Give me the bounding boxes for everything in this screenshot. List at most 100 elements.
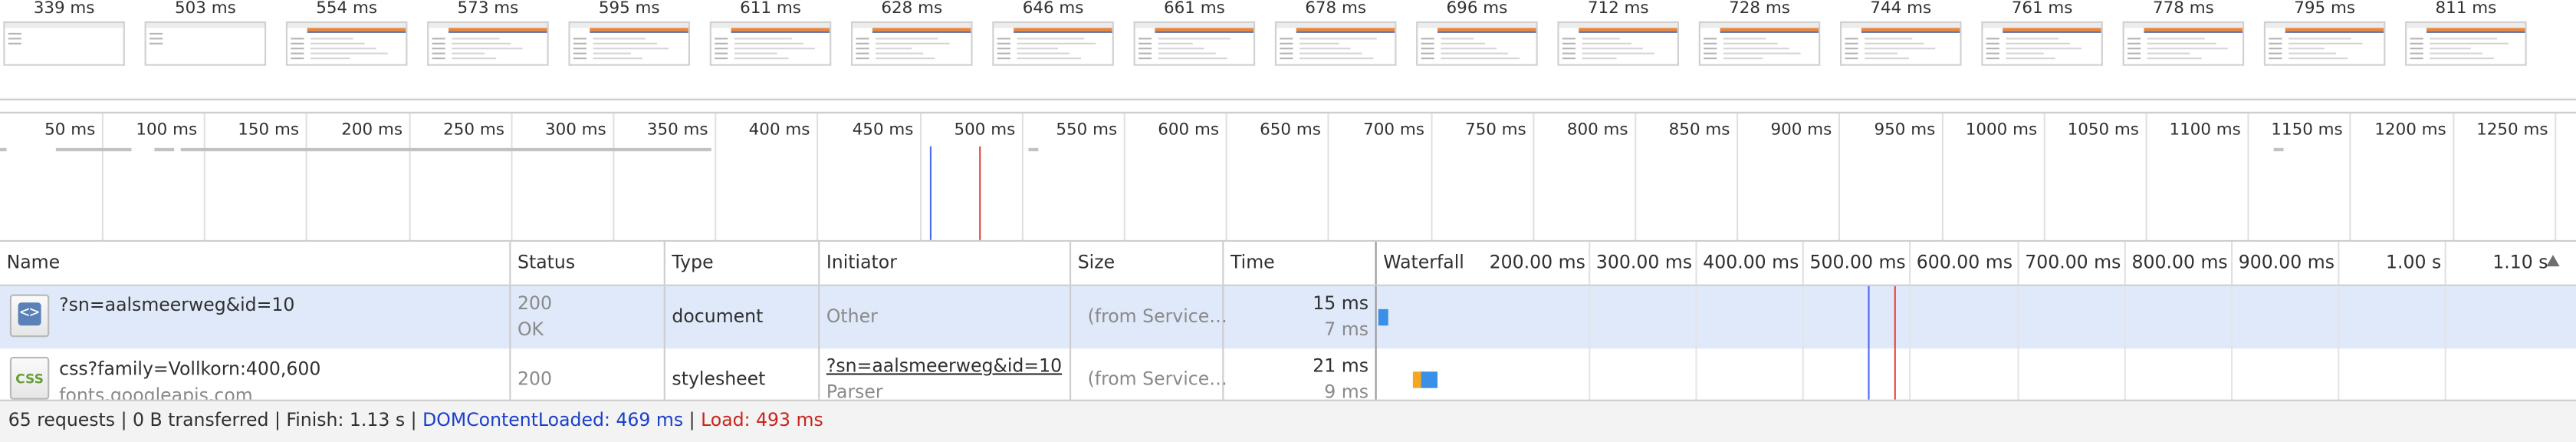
overview-tick-label: 200 ms [341,121,402,140]
sort-ascending-icon[interactable] [2546,255,2560,267]
thumbnail-sidebar-line [997,38,1010,40]
thumbnail-sidebar-line [2269,52,2282,54]
filmstrip-frame[interactable]: 628 ms [848,0,976,99]
thumbnail-header-accent [731,31,830,33]
thumbnail-header-accent [1861,31,1960,33]
filmstrip-frame[interactable]: 778 ms [2119,0,2247,99]
filmstrip-thumbnail [3,21,125,66]
column-header-name[interactable]: Name [0,242,509,285]
thumbnail-content-line [1300,52,1362,54]
request-row[interactable]: <> ?sn=aalsmeerweg&id=10 200 OK document Othe… [0,285,2576,349]
filmstrip-frame[interactable]: 728 ms [1695,0,1823,99]
thumbnail-sidebar-line [1138,58,1152,60]
filmstrip-frame[interactable]: 811 ms [2402,0,2530,99]
thumbnail-content-line [1300,58,1374,60]
filmstrip-frame[interactable]: 696 ms [1413,0,1541,99]
overview-tick-label: 1200 ms [2374,121,2446,140]
overview-timeline[interactable]: 50 ms 100 ms 150 ms 200 ms 250 ms 300 ms 350 m… [0,111,2576,242]
filmstrip-thumbnail [568,21,690,66]
overview-tick-label: 450 ms [852,121,914,140]
waterfall-tick-label: 1.10 s [2492,251,2548,273]
filmstrip-frame[interactable]: 795 ms [2261,0,2389,99]
thumbnail-content-line [1582,52,1654,54]
thumbnail-content-line [1158,52,1216,54]
thumbnail-content-line [1441,38,1474,40]
filmstrip-frame[interactable]: 339 ms [0,0,128,99]
filmstrip-thumbnail [2263,21,2386,66]
name-cell[interactable]: <> ?sn=aalsmeerweg&id=10 [0,286,509,348]
thumbnail-sidebar-line [2410,48,2423,50]
waterfall-gridline [1909,242,1911,285]
thumbnail-sidebar-line [291,42,304,45]
waterfall-gridline [2338,242,2340,285]
filmstrip-frame[interactable]: 646 ms [989,0,1117,99]
thumbnail-sidebar-line [150,42,163,45]
column-header-time[interactable]: Time [1224,242,1375,285]
filmstrip-frame[interactable]: 661 ms [1130,0,1258,99]
thumbnail-content-line [1441,48,1497,50]
initiator-cell: Other [820,286,1070,348]
thumbnail-sidebar-line [2410,38,2423,40]
thumbnail-sidebar-line [573,42,586,45]
thumbnail-sidebar-line [1280,42,1293,45]
filmstrip-frame[interactable]: 744 ms [1837,0,1965,99]
thumbnail-sidebar-line [573,52,586,54]
column-header-status[interactable]: Status [511,242,663,285]
thumbnail-sidebar-line [1280,52,1293,54]
thumbnail-sidebar-line [8,38,21,40]
thumbnail-content-line [2006,38,2058,40]
thumbnail-header-accent [2003,31,2101,33]
waterfall-tick-label: 500.00 ms [1809,251,1906,273]
thumbnail-sidebar-line [715,48,728,50]
thumbnail-sidebar-line [1704,42,1717,45]
waterfall-bar-waiting[interactable] [1412,371,1421,388]
column-header-waterfall[interactable]: Waterfall [1377,242,1492,285]
filmstrip-frame[interactable]: 611 ms [706,0,834,99]
document-icon: <> [9,294,50,338]
waterfall-gridline [2231,285,2233,349]
overview-tick-label: 800 ms [1566,121,1628,140]
thumbnail-content-line [1582,42,1631,45]
css-glyph: CSS [15,371,44,387]
thumbnail-tabbar [146,23,264,28]
filmstrip-frame[interactable]: 554 ms [283,0,411,99]
waterfall-gridline [2017,242,2019,285]
overview-tick-label: 1100 ms [2169,121,2241,140]
thumbnail-sidebar-line [1421,58,1434,60]
resource-type: stylesheet [672,368,766,390]
thumbnail-sidebar-line [8,42,21,45]
thumbnail-sidebar-line [432,52,445,54]
thumbnail-content-line [734,42,803,45]
filmstrip-frame[interactable]: 573 ms [424,0,552,99]
thumbnail-sidebar-line [291,38,304,40]
column-header-initiator[interactable]: Initiator [820,242,1070,285]
column-header-type[interactable]: Type [665,242,818,285]
thumbnail-content-line [1158,48,1204,50]
overview-tick-label: 600 ms [1158,121,1219,140]
thumbnail-content-line [593,42,658,45]
filmstrip-frame[interactable]: 503 ms [141,0,269,99]
filmstrip-frame[interactable]: 678 ms [1272,0,1400,99]
network-panel: 339 ms 503 ms 554 ms 573 ms 595 ms 611 ms 628 … [0,0,2576,442]
thumbnail-content-line [2430,38,2498,40]
status-code: 200 [518,368,552,390]
waterfall-bar-download[interactable] [1421,371,1438,388]
filmstrip-frame[interactable]: 761 ms [1978,0,2106,99]
overview-tick-label: 900 ms [1770,121,1832,140]
column-header-size[interactable]: Size [1071,242,1222,285]
thumbnail-content-line [1723,52,1801,54]
filmstrip-thumbnail [427,21,549,66]
thumbnail-content-line [1017,48,1058,50]
thumbnail-header-accent [590,31,688,33]
waterfall-bar-download[interactable] [1378,308,1388,326]
filmstrip-frame[interactable]: 595 ms [565,0,693,99]
overview-tick-label: 350 ms [646,121,708,140]
thumbnail-content-line [734,48,815,50]
thumbnail-content-line [2147,58,2202,60]
thumbnail-content-line [876,48,912,50]
thumbnail-header-accent [2285,31,2384,33]
initiator-link[interactable]: ?sn=aalsmeerweg&id=10 [826,355,1062,377]
filmstrip-frame[interactable]: 712 ms [1554,0,1682,99]
thumbnail-sidebar-line [432,48,445,50]
overview-tick-label: 300 ms [544,121,606,140]
